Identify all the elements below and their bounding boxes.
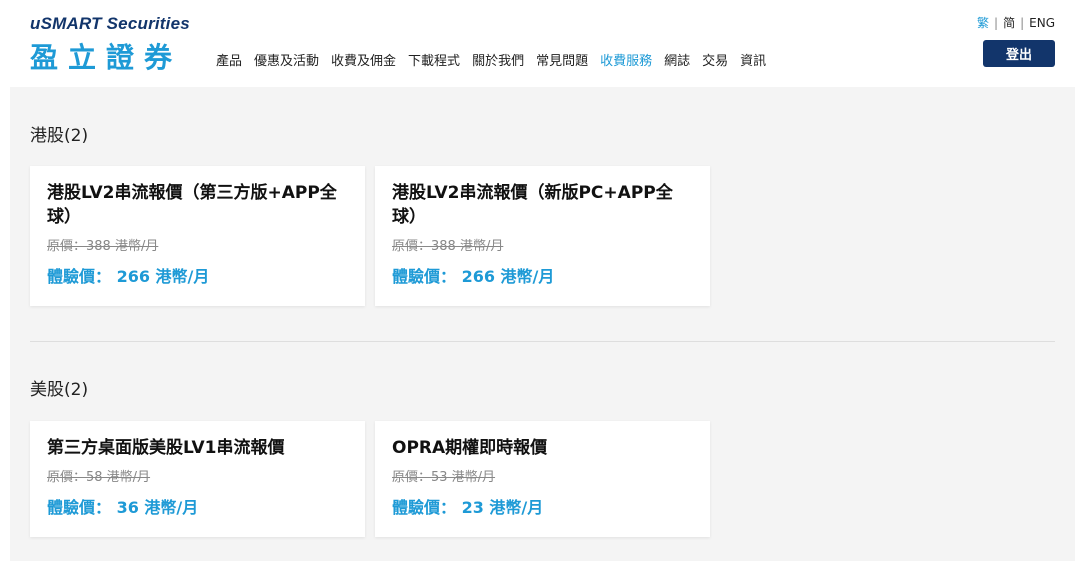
service-card[interactable]: OPRA期權即時報價 原價：53 港幣/月 體驗價： 23 港幣/月 [375,421,710,537]
nav-item-faq[interactable]: 常見問題 [536,50,588,69]
nav-item-trade[interactable]: 交易 [702,50,728,69]
card-original-price: 原價：388 港幣/月 [392,239,504,254]
card-title: 港股LV2串流報價（第三方版+APP全球） [47,183,337,227]
card-original-price: 原價：58 港幣/月 [47,470,151,485]
services-content: 港股(2) 港股LV2串流報價（第三方版+APP全球） 原價：388 港幣/月 … [10,87,1075,561]
service-card[interactable]: 港股LV2串流報價（第三方版+APP全球） 原價：388 港幣/月 體驗價： 2… [30,166,365,306]
service-card[interactable]: 港股LV2串流報價（新版PC+APP全球） 原價：388 港幣/月 體驗價： 2… [375,166,710,306]
nav-item-download[interactable]: 下載程式 [408,50,460,69]
section-title-hk-stocks: 港股(2) [30,126,89,146]
main-nav: 產品 優惠及活動 收費及佣金 下載程式 關於我們 常見問題 收費服務 網誌 交易… [216,50,778,69]
nav-item-fees[interactable]: 收費及佣金 [331,50,396,69]
brand-logo[interactable]: uSMART Securities 盈立證券 [30,14,190,76]
card-trial-price: 體驗價： 266 港幣/月 [47,267,210,286]
lang-traditional[interactable]: 繁 [977,14,989,31]
service-card[interactable]: 第三方桌面版美股LV1串流報價 原價：58 港幣/月 體驗價： 36 港幣/月 [30,421,365,537]
logout-button[interactable]: 登出 [983,40,1055,67]
card-title: 第三方桌面版美股LV1串流報價 [47,438,285,458]
lang-separator: | [994,15,999,30]
language-switcher: 繁 | 简 | ENG [977,14,1055,31]
card-trial-price: 體驗價： 23 港幣/月 [392,498,544,517]
nav-item-about[interactable]: 關於我們 [472,50,524,69]
card-original-price: 原價：53 港幣/月 [392,470,496,485]
card-trial-price: 體驗價： 266 港幣/月 [392,267,555,286]
lang-separator: | [1020,15,1025,30]
nav-item-paid-services[interactable]: 收費服務 [600,50,652,69]
site-header: uSMART Securities 盈立證券 產品 優惠及活動 收費及佣金 下載… [0,0,1083,87]
lang-simplified[interactable]: 简 [1003,14,1015,31]
card-trial-price: 體驗價： 36 港幣/月 [47,498,199,517]
card-title: 港股LV2串流報價（新版PC+APP全球） [392,183,673,227]
nav-item-blog[interactable]: 網誌 [664,50,690,69]
brand-name-en: uSMART Securities [30,14,190,33]
lang-english[interactable]: ENG [1029,16,1055,30]
nav-item-news[interactable]: 資訊 [740,50,766,69]
section-title-us-stocks: 美股(2) [30,380,89,400]
card-title: OPRA期權即時報價 [392,438,548,458]
brand-name-cn: 盈立證券 [30,41,183,74]
nav-item-products[interactable]: 產品 [216,50,242,69]
section-divider [30,341,1055,342]
card-original-price: 原價：388 港幣/月 [47,239,159,254]
nav-item-promotions[interactable]: 優惠及活動 [254,50,319,69]
